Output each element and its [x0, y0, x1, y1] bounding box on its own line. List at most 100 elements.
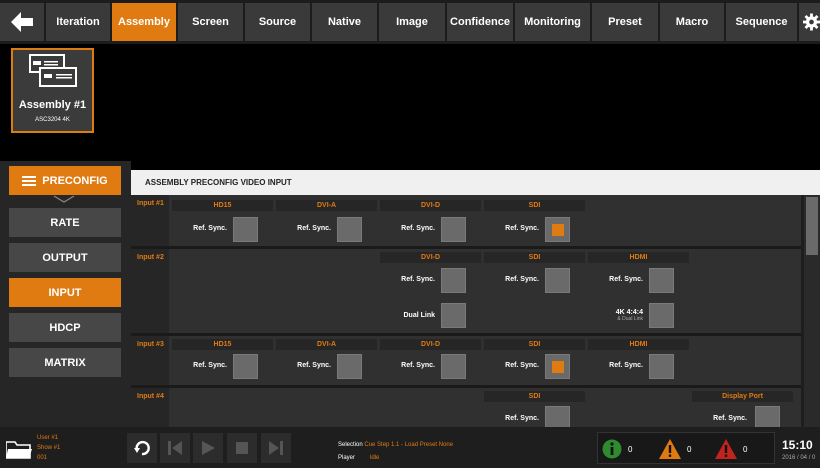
- sidebar-item-output[interactable]: OUTPUT: [9, 243, 121, 272]
- col-head-sdi: SDI: [484, 252, 585, 263]
- settings-button[interactable]: [799, 3, 820, 41]
- gear-icon: [803, 13, 820, 31]
- col-head-display-port: Display Port: [692, 391, 793, 402]
- user-name: User #1: [37, 435, 59, 441]
- ref-sync-checkbox-checked[interactable]: [545, 354, 570, 379]
- playback-status: Selection Cue Step 1.1 - Load Preset Non…: [338, 439, 453, 465]
- col-head-dvia: DVI-A: [276, 200, 377, 211]
- ref-sync-checkbox[interactable]: [337, 217, 362, 242]
- ref-sync-checkbox-checked[interactable]: [545, 217, 570, 242]
- input-label: Input #3: [137, 341, 164, 348]
- status-bar: User #1 Show #1 001 Selection Cue Step 1…: [0, 427, 820, 468]
- checkmark-fill: [552, 361, 564, 373]
- ref-sync-label: Ref. Sync.: [505, 415, 539, 422]
- col-head-hd15: HD15: [172, 339, 273, 350]
- play-button[interactable]: [193, 433, 223, 463]
- tab-native[interactable]: Native: [312, 3, 377, 41]
- dual-link-label: Dual Link: [403, 312, 435, 319]
- info-icon: [602, 439, 622, 459]
- stop-button[interactable]: [227, 433, 257, 463]
- ref-sync-label: Ref. Sync.: [193, 225, 227, 232]
- tab-confidence[interactable]: Confidence: [447, 3, 513, 41]
- ref-sync-label: Ref. Sync.: [401, 362, 435, 369]
- assembly-card[interactable]: Assembly #1 ASC3204 4K: [11, 48, 94, 133]
- preconfig-label: PRECONFIG: [42, 174, 108, 187]
- clock-date: 2016 / 04 / 0: [782, 455, 816, 461]
- tab-image[interactable]: Image: [379, 3, 445, 41]
- play-icon: [202, 441, 215, 455]
- ref-sync-label: Ref. Sync.: [193, 362, 227, 369]
- sidebar: PRECONFIG RATE OUTPUT INPUT HDCP MATRIX: [0, 161, 131, 427]
- session-info: User #1 Show #1 001: [37, 433, 60, 463]
- folder-icon[interactable]: [6, 440, 32, 460]
- tab-screen[interactable]: Screen: [178, 3, 243, 41]
- ref-sync-label: Ref. Sync.: [401, 276, 435, 283]
- tab-source[interactable]: Source: [245, 3, 310, 41]
- ref-sync-label: Ref. Sync.: [297, 362, 331, 369]
- show-name: Show #1: [37, 445, 61, 451]
- top-navigation: Iteration Assembly Screen Source Native …: [0, 0, 820, 44]
- preconfig-button[interactable]: PRECONFIG: [9, 166, 121, 195]
- ref-sync-checkbox[interactable]: [545, 406, 570, 427]
- warning-counter[interactable]: 0: [659, 438, 699, 460]
- selection-label: Selection: [338, 442, 363, 448]
- col-head-dvid: DVI-D: [380, 339, 481, 350]
- fourk-sublabel: & Dual Link: [617, 316, 643, 322]
- scrollbar-thumb[interactable]: [806, 197, 818, 255]
- row-label-cell: Input #2: [131, 249, 169, 333]
- dual-link-checkbox[interactable]: [441, 303, 466, 328]
- assembly-name: Assembly #1: [18, 99, 87, 111]
- col-head-hdmi: HDMI: [588, 252, 689, 263]
- ref-sync-checkbox[interactable]: [441, 354, 466, 379]
- skip-back-button[interactable]: [160, 433, 190, 463]
- col-head-dvia: DVI-A: [276, 339, 377, 350]
- error-counter[interactable]: 0: [715, 438, 755, 460]
- error-count: 0: [743, 444, 748, 454]
- sidebar-item-hdcp[interactable]: HDCP: [9, 313, 121, 342]
- ref-sync-checkbox[interactable]: [441, 268, 466, 293]
- error-icon: [715, 439, 737, 459]
- col-head-dvid: DVI-D: [380, 200, 481, 211]
- session-code: 001: [37, 455, 48, 461]
- ref-sync-label: Ref. Sync.: [713, 415, 747, 422]
- skip-forward-icon: [269, 441, 283, 455]
- back-button[interactable]: [0, 3, 44, 41]
- row-label-cell: Input #4: [131, 388, 169, 427]
- tab-sequence[interactable]: Sequence: [726, 3, 797, 41]
- section-title: ASSEMBLY PRECONFIG VIDEO INPUT: [131, 170, 820, 195]
- vertical-scrollbar[interactable]: [804, 195, 820, 427]
- sidebar-item-rate[interactable]: RATE: [9, 208, 121, 237]
- ref-sync-checkbox[interactable]: [649, 268, 674, 293]
- ref-sync-checkbox[interactable]: [233, 354, 258, 379]
- tab-monitoring[interactable]: Monitoring: [515, 3, 590, 41]
- ref-sync-checkbox[interactable]: [649, 354, 674, 379]
- ref-sync-checkbox[interactable]: [441, 217, 466, 242]
- fourk-checkbox[interactable]: [649, 303, 674, 328]
- tab-preset[interactable]: Preset: [592, 3, 658, 41]
- ref-sync-checkbox[interactable]: [233, 217, 258, 242]
- input-label: Input #4: [137, 393, 164, 400]
- ref-sync-label: Ref. Sync.: [609, 362, 643, 369]
- ref-sync-label: Ref. Sync.: [505, 276, 539, 283]
- ref-sync-checkbox[interactable]: [545, 268, 570, 293]
- arrow-left-icon: [11, 12, 33, 32]
- tab-iteration[interactable]: Iteration: [46, 3, 110, 41]
- skip-forward-button[interactable]: [261, 433, 291, 463]
- tab-assembly[interactable]: Assembly: [112, 3, 176, 41]
- sidebar-item-matrix[interactable]: MATRIX: [9, 348, 121, 377]
- ref-sync-checkbox[interactable]: [755, 406, 780, 427]
- info-counter[interactable]: 0: [602, 438, 642, 460]
- fourk-label: 4K 4:4:4 & Dual Link: [583, 309, 643, 322]
- ref-sync-label: Ref. Sync.: [401, 225, 435, 232]
- player-label: Player: [338, 455, 356, 461]
- sidebar-item-input[interactable]: INPUT: [9, 278, 121, 307]
- fourk-text: 4K 4:4:4: [615, 309, 643, 316]
- loop-button[interactable]: [127, 433, 157, 463]
- alert-counters: 0 0 0: [597, 432, 775, 464]
- ref-sync-checkbox[interactable]: [337, 354, 362, 379]
- col-head-sdi: SDI: [484, 391, 585, 402]
- warning-icon: [659, 439, 681, 459]
- checkmark-fill: [552, 224, 564, 236]
- tab-macro[interactable]: Macro: [660, 3, 724, 41]
- ref-sync-label: Ref. Sync.: [505, 225, 539, 232]
